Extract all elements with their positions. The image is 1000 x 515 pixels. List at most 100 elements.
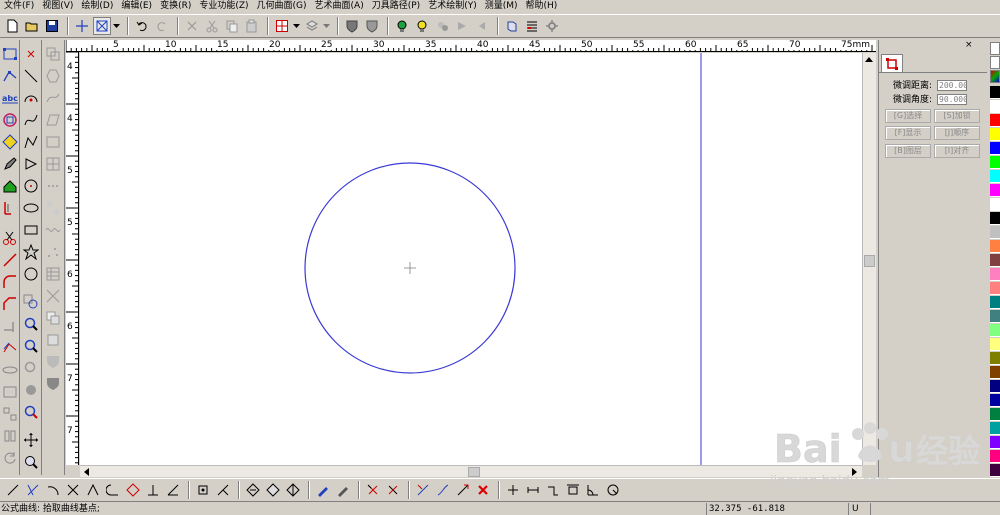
polyline-icon[interactable] [23,134,39,150]
multi-line-icon[interactable] [24,481,42,499]
menu-toolpath[interactable]: 刀具路径(P) [368,0,424,13]
grid-icon[interactable] [273,17,291,35]
break-icon[interactable] [384,481,402,499]
curve-icon[interactable] [23,112,39,128]
vertical-scroll-thumb[interactable] [864,255,875,267]
dimension-box-icon[interactable] [564,481,582,499]
list-view-icon[interactable] [523,17,541,35]
color-swatch[interactable] [990,212,1000,225]
arc-tool-icon[interactable] [44,481,62,499]
snap-tangent-icon[interactable] [214,481,232,499]
angle-icon[interactable] [164,481,182,499]
color-swatch[interactable] [990,422,1000,435]
star-icon[interactable] [22,243,40,261]
menu-art-draw[interactable]: 艺术绘制(Y) [424,0,481,13]
new-file-icon[interactable] [3,17,21,35]
color-swatch[interactable] [990,86,1000,99]
zoom-window-icon[interactable] [23,294,39,310]
menu-measure[interactable]: 测量(M) [481,0,522,13]
color-swatch[interactable] [990,464,1000,477]
menu-transform[interactable]: 变换(R) [156,0,195,13]
color-swatch[interactable] [990,184,1000,197]
tiles-icon[interactable] [45,200,61,216]
parallelogram-icon[interactable] [45,112,61,128]
material-icon[interactable] [453,17,471,35]
shield-dark-icon[interactable] [45,376,61,392]
yellow-bulb-icon[interactable] [413,17,431,35]
layers-copy-icon[interactable] [45,310,61,326]
color-swatch[interactable] [990,366,1000,379]
edit-path-icon[interactable] [334,481,352,499]
circle-icon[interactable] [23,266,39,282]
palette-pattern-icon[interactable] [990,70,1000,83]
menu-edit[interactable]: 编辑(E) [117,0,156,13]
scroll-up-arrow[interactable] [865,57,873,62]
arc-icon[interactable] [23,90,39,106]
ruler-measure-icon[interactable] [2,200,18,216]
color-swatch[interactable] [990,450,1000,463]
palette-pen-icon[interactable] [990,42,1000,55]
select-dropdown-icon[interactable] [113,17,120,35]
grid-dropdown-icon[interactable] [293,17,300,35]
menu-help[interactable]: 帮助(H) [522,0,562,13]
mirror-icon[interactable] [2,428,18,444]
explode-icon[interactable] [414,481,432,499]
select-button[interactable]: [G]选择 [885,109,931,123]
frame-icon[interactable] [2,384,18,400]
triangle-icon[interactable] [23,156,39,172]
point-add-icon[interactable] [504,481,522,499]
scroll-left-arrow[interactable] [84,468,89,476]
tangent-icon[interactable] [84,481,102,499]
redo-icon[interactable] [153,17,171,35]
save-icon[interactable] [43,17,61,35]
pan-move-icon[interactable] [23,432,39,448]
curve-edit-icon[interactable] [45,90,61,106]
layer-icon[interactable] [303,17,321,35]
ellipse-icon[interactable] [23,200,39,216]
panel-tab[interactable] [881,54,903,72]
diamond-tool-icon[interactable] [124,481,142,499]
snap-point-icon[interactable] [194,481,212,499]
union-icon[interactable] [264,481,282,499]
zoom-icon[interactable] [23,454,39,470]
hexagon-icon[interactable] [45,68,61,84]
array-icon[interactable] [2,406,18,422]
color-swatch[interactable] [990,352,1000,365]
zoom-in-icon[interactable] [23,316,39,332]
menu-draw[interactable]: 绘制(D) [77,0,117,13]
diamond-icon[interactable] [2,134,18,150]
color-swatch[interactable] [990,170,1000,183]
scatter-icon[interactable] [45,244,61,260]
color-swatch[interactable] [990,114,1000,127]
color-swatch[interactable] [990,100,1000,113]
drawing-canvas[interactable] [80,53,862,465]
text-abc-icon[interactable]: abc [2,90,18,106]
color-swatch[interactable] [990,310,1000,323]
color-swatch[interactable] [990,198,1000,211]
intersect-icon[interactable] [64,481,82,499]
color-swatch[interactable] [990,408,1000,421]
layer-dropdown-icon[interactable] [323,17,330,35]
close-path-icon[interactable] [454,481,472,499]
select-box-icon[interactable] [93,17,111,35]
order-button[interactable]: [J]顺序 [934,126,980,140]
color-swatch[interactable] [990,268,1000,281]
corner-chamfer-icon[interactable] [2,296,18,312]
model-view-icon[interactable] [503,17,521,35]
dimension-angle-icon[interactable] [584,481,602,499]
close-x-icon[interactable] [23,46,39,62]
color-swatch[interactable] [990,394,1000,407]
edit-node-icon[interactable] [314,481,332,499]
color-swatch[interactable] [990,338,1000,351]
color-swatch[interactable] [990,282,1000,295]
vertical-scrollbar[interactable] [862,53,876,465]
color-swatch[interactable] [990,226,1000,239]
rectangle-icon[interactable] [23,222,39,238]
node-edit-icon[interactable] [2,68,18,84]
line-tool-icon[interactable] [4,481,22,499]
lock-button[interactable]: [S]加锁 [934,109,980,123]
eye-icon[interactable] [23,382,39,398]
paste-icon[interactable] [243,17,261,35]
dimension-icon[interactable] [524,481,542,499]
join-icon[interactable] [434,481,452,499]
